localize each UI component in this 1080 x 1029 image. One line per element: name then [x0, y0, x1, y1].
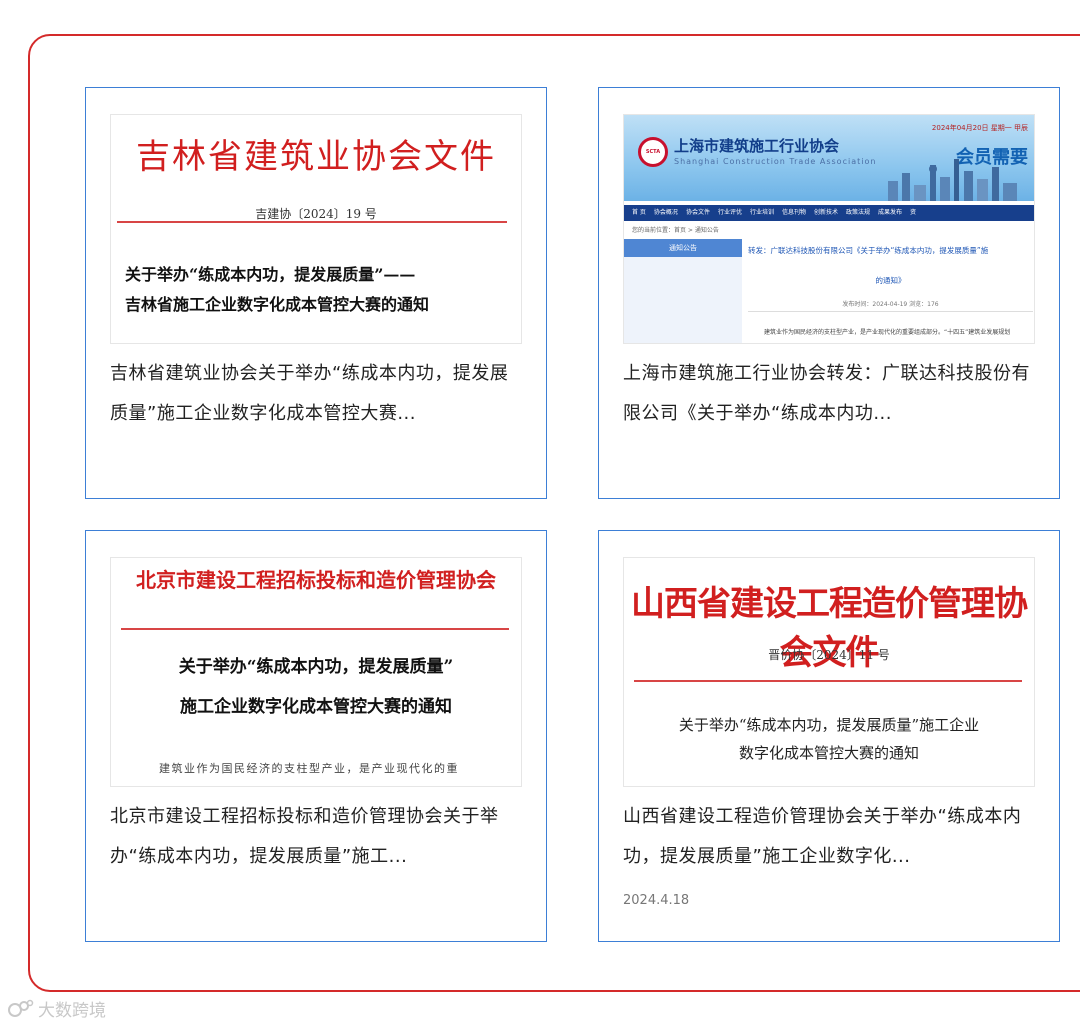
article-thumbnail: 山西省建设工程造价管理协会文件 晋价协〔2024〕11 号 关于举办“练成本内功…	[623, 557, 1035, 787]
doc-subject-line2: 数字化成本管控大赛的通知	[738, 744, 919, 762]
article-thumbnail: SCTA 上海市建筑施工行业协会 Shanghai Construction T…	[623, 114, 1035, 344]
watermark-logo-icon	[8, 999, 34, 1017]
site-name: 上海市建筑施工行业协会	[674, 137, 840, 155]
article-body: 建筑业作为国民经济的支柱型产业，是产业现代化的重要组成部分。“十四五”建筑业发展…	[764, 329, 1011, 336]
article-caption[interactable]: 吉林省建筑业协会关于举办“练成本内功，提发展质量”施工企业数字化成本管控大赛..…	[110, 354, 526, 434]
site-sidebar: 通知公告	[624, 239, 742, 343]
nav-item: 协会文件	[685, 209, 710, 216]
doc-subject-line1: 关于举办“练成本内功，提发展质量”	[178, 657, 454, 677]
site-date: 2024年04月20日 星期一 甲辰	[931, 124, 1028, 132]
doc-divider	[117, 221, 507, 223]
nav-item: 行业培训	[749, 209, 774, 216]
doc-divider	[634, 680, 1022, 682]
nav-item: 成果发布	[878, 209, 903, 216]
doc-subject-line2: 施工企业数字化成本管控大赛的通知	[180, 697, 452, 717]
doc-subject-line1: 关于举办“练成本内功，提发展质量”——	[125, 265, 416, 284]
article-meta: 发布时间：2024-04-19 浏览：176	[842, 301, 939, 308]
article-title-cont: 的通知》	[875, 276, 906, 285]
doc-body: 建筑业作为国民经济的支柱型产业，是产业现代化的重	[159, 762, 459, 775]
article-title: 转发：广联达科技股份有限公司《关于举办“练成本内功，提发展质量”施	[748, 246, 989, 255]
nav-item: 协会概况	[653, 209, 678, 216]
doc-subject-line2: 吉林省施工企业数字化成本管控大赛的通知	[125, 295, 430, 314]
sidebar-title: 通知公告	[624, 239, 742, 257]
logo-text: SCTA	[645, 149, 661, 155]
doc-header: 北京市建设工程招标投标和造价管理协会	[136, 568, 496, 592]
article-card-shanxi[interactable]: 山西省建设工程造价管理协会文件 晋价协〔2024〕11 号 关于举办“练成本内功…	[598, 530, 1060, 942]
site-nav: 首 页 协会概况 协会文件 行业评优 行业培训 信息刊物 创新技术 政策法规 成…	[624, 205, 1034, 221]
doc-subject-line1: 关于举办“练成本内功，提发展质量”施工企业	[678, 716, 980, 734]
article-caption[interactable]: 上海市建筑施工行业协会转发：广联达科技股份有限公司《关于举办“练成本内功...	[623, 354, 1039, 434]
site-name-en: Shanghai Construction Trade Association	[674, 157, 877, 166]
watermark: 大数跨境	[8, 996, 106, 1021]
nav-item: 资	[910, 209, 917, 216]
article-card-shanghai[interactable]: SCTA 上海市建筑施工行业协会 Shanghai Construction T…	[598, 87, 1060, 499]
watermark-text: 大数跨境	[38, 1001, 106, 1021]
article-card-beijing[interactable]: 北京市建设工程招标投标和造价管理协会 关于举办“练成本内功，提发展质量” 施工企…	[85, 530, 547, 942]
article-thumbnail: 吉林省建筑业协会文件 吉建协〔2024〕19 号 关于举办“练成本内功，提发展质…	[110, 114, 522, 344]
doc-header: 吉林省建筑业协会文件	[136, 137, 496, 177]
article-card-jilin[interactable]: 吉林省建筑业协会文件 吉建协〔2024〕19 号 关于举办“练成本内功，提发展质…	[85, 87, 547, 499]
doc-number: 吉建协〔2024〕19 号	[255, 207, 377, 221]
article-thumbnail: 北京市建设工程招标投标和造价管理协会 关于举办“练成本内功，提发展质量” 施工企…	[110, 557, 522, 787]
site-banner: SCTA 上海市建筑施工行业协会 Shanghai Construction T…	[624, 115, 1034, 201]
nav-item: 行业评优	[717, 209, 742, 216]
article-date: 2024.4.18	[623, 893, 690, 908]
doc-number: 晋价协〔2024〕11 号	[768, 648, 890, 662]
divider	[748, 311, 1033, 312]
article-caption[interactable]: 北京市建设工程招标投标和造价管理协会关于举办“练成本内功，提发展质量”施工...	[110, 797, 526, 877]
breadcrumb: 您的当前位置：首页 > 通知公告	[632, 227, 719, 234]
skyline-icon	[888, 159, 1017, 201]
doc-divider	[121, 628, 509, 630]
nav-item: 创新技术	[814, 209, 839, 216]
scta-logo-icon: SCTA	[638, 137, 668, 167]
nav-item: 首 页	[632, 209, 646, 216]
nav-item: 信息刊物	[781, 209, 806, 216]
nav-item: 政策法规	[846, 209, 871, 216]
article-caption[interactable]: 山西省建设工程造价管理协会关于举办“练成本内功，提发展质量”施工企业数字化...	[623, 797, 1039, 877]
